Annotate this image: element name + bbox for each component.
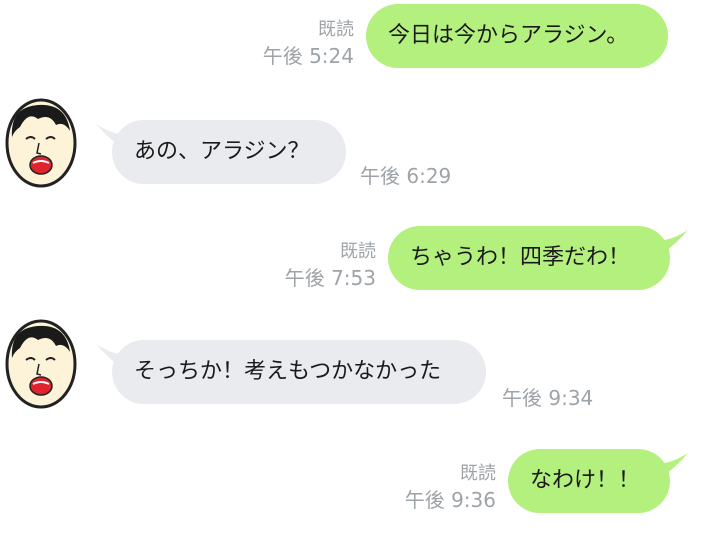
sent-message-bubble[interactable]: ちゃうわ！四季だわ！	[388, 226, 670, 290]
cartoon-face-avatar-icon[interactable]	[4, 97, 78, 189]
message-text: あの、アラジン？	[134, 139, 310, 164]
message-meta: 既読 午後 7:53	[252, 238, 376, 292]
sent-message-bubble[interactable]: 今日は今からアラジン。	[366, 4, 668, 68]
message-time: 午後 5:24	[262, 44, 354, 68]
cartoon-face-avatar-icon[interactable]	[4, 318, 78, 410]
message-text: ちゃうわ！四季だわ！	[410, 245, 631, 270]
sent-message-bubble[interactable]: なわけ！！	[508, 449, 670, 513]
message-meta: 既読 午後 9:36	[372, 460, 496, 514]
message-time: 午後 9:34	[502, 386, 594, 410]
message-time: 午後 7:53	[284, 266, 376, 290]
message-text: なわけ！！	[530, 468, 641, 493]
message-text: 今日は今からアラジン。	[388, 23, 629, 48]
message-time: 午後 9:36	[404, 488, 496, 512]
bubble-tail	[662, 230, 688, 254]
bubble-tail	[662, 453, 688, 477]
read-receipt: 既読	[318, 19, 354, 40]
received-message-bubble[interactable]: そっちか！考えもつかなかった	[112, 340, 486, 404]
message-text: そっちか！考えもつかなかった	[134, 359, 442, 384]
received-message-bubble[interactable]: あの、アラジン？	[112, 120, 346, 184]
read-receipt: 既読	[460, 463, 496, 484]
message-time: 午後 6:29	[360, 164, 452, 188]
read-receipt: 既読	[340, 241, 376, 262]
message-meta: 既読 午後 5:24	[230, 16, 354, 70]
